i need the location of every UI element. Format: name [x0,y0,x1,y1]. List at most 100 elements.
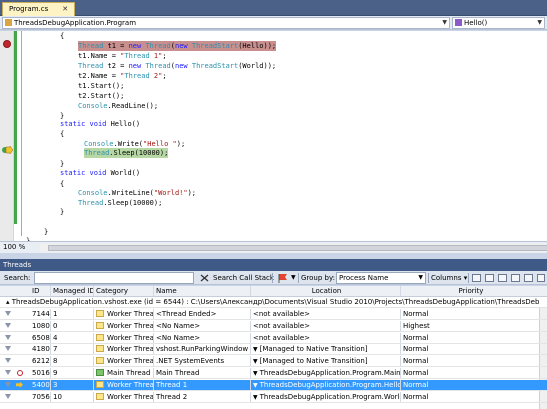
cell-text: 4 [53,333,58,342]
column-header-location[interactable]: Location [250,286,400,296]
cell-category: Worker Thread [93,320,153,331]
cell-priority: Normal [400,379,539,390]
cell-text: ThreadsDebugApplication.Program.Main [259,369,400,377]
cell-text: 6212 [32,357,50,366]
cell-name: .NET SystemEvents [153,356,250,367]
scroll-thumb[interactable] [48,245,547,251]
flag-icon[interactable] [277,273,291,283]
flag-icon[interactable] [5,346,11,352]
cell-text: 1080 [32,321,50,330]
cell-managed: 9 [50,368,93,378]
flag-icon[interactable] [5,322,11,328]
expand-callstack-icon[interactable]: ▼ [253,357,258,366]
show-flagged-icon[interactable] [498,274,507,282]
cell-text: <not available> [253,333,311,342]
columns-button[interactable]: Columns ▾ [431,273,467,283]
table-row[interactable]: 54003 Worker ThreadThread 1 ▼ThreadsDebugA… [0,379,547,391]
table-row[interactable]: 705610 Worker ThreadThread 2 ▼ThreadsDebug… [0,391,547,403]
column-header-name[interactable]: Name [153,286,250,296]
search-call-stack-button[interactable]: Search Call Stack [213,273,274,283]
flag-dropdown-icon[interactable]: ▼ [291,273,296,283]
indicator-margin[interactable] [0,31,14,241]
table-row[interactable]: 62128 Worker Thread.NET SystemEvents ▼[Man… [0,356,547,368]
flag-icon[interactable] [5,311,11,316]
expand-callstack-icon[interactable]: ▼ [253,345,258,354]
cell-text: [Managed to Native Transition] [259,345,368,354]
cell-text: Thread 2 [156,392,188,401]
expand-callstacks-icon[interactable] [472,274,481,282]
cell-category: Worker Thread [93,332,153,343]
more-options-icon[interactable] [537,274,545,282]
cell-text: Highest [403,321,430,330]
expand-callstack-icon[interactable]: ▼ [253,381,258,390]
freeze-threads-icon[interactable] [511,274,520,282]
current-statement-arrow-icon [2,146,13,154]
cell-managed: 10 [50,391,93,402]
collapse-callstacks-icon[interactable] [485,274,494,282]
chevron-down-icon: ▼ [442,19,447,26]
table-row[interactable]: 41807 Worker Threadvshost.RunParkingWindo… [0,344,547,356]
thread-category-icon [96,310,104,317]
expand-callstack-icon[interactable]: ▼ [253,393,258,402]
code-line: Thread t1 = new Thread(new ThreadStart(H… [78,41,277,51]
toolbar-separator [428,273,429,283]
cell-text: 6508 [32,333,50,342]
process-group-row[interactable]: ▴ ThreadsDebugApplication.vshost.exe (id… [0,297,547,308]
cell-priority: Normal [400,332,539,343]
toolbar-separator [298,273,299,283]
flag-icon[interactable] [5,334,11,340]
column-header-priority[interactable]: Priority [400,286,539,296]
cell-location: <not available> [250,332,400,343]
cell-priority: Normal [400,368,539,378]
flag-icon[interactable] [5,381,11,387]
code-line: Thread t2 = new Thread(new ThreadStart(W… [78,62,277,70]
cell-name: <No Name> [153,320,250,331]
code-line: } [60,208,65,216]
close-icon[interactable]: ✕ [62,5,68,13]
table-row[interactable]: 5016 9 Main Thread Main Thread ▼ ThreadsDebug… [0,368,547,379]
horizontal-scrollbar[interactable] [40,244,547,252]
column-header-category[interactable]: Category [93,286,153,296]
threads-grid[interactable]: ID Managed ID Category Name Location Priority… [0,286,547,409]
code-editor[interactable]: {Thread t1 = new Thread(new ThreadStart(… [0,31,547,241]
threads-pane-title: Threads [0,259,547,271]
thread-category-icon [96,392,104,400]
group-by-value: Process Name [339,274,389,282]
cell-text: Worker Thread [107,345,153,354]
code-line: static void Hello() [60,120,141,128]
flag-icon[interactable] [5,358,11,364]
class-combo[interactable]: ThreadsDebugApplication.Program ▼ [2,17,450,29]
cell-text: 8 [53,357,58,366]
member-combo[interactable]: Hello() ▼ [452,17,545,29]
group-by-label: Group by: [301,274,335,282]
cell-managed: 1 [50,309,93,319]
table-row[interactable]: 71441 Worker Thread<Thread Ended> <not ava… [0,309,547,320]
flag-icon[interactable] [5,370,11,375]
cell-text: Normal [403,369,429,377]
grid-header-row: ID Managed ID Category Name Location Priority [0,286,547,297]
zoom-level[interactable]: 100 % [3,242,25,253]
cell-text: <Thread Ended> [156,310,217,318]
cell-text: Thread 1 [156,380,188,389]
tab-program-cs[interactable]: Program.cs ✕ [2,2,76,16]
flag-icon[interactable] [5,393,11,399]
columns-label: Columns [431,274,462,282]
cell-id: 5400 [30,380,50,390]
group-by-select[interactable]: Process Name ▼ [336,272,426,284]
close-search-icon[interactable] [200,274,209,282]
cell-text: Main Thread [107,369,151,377]
thaw-threads-icon[interactable] [524,274,533,282]
cell-category: Main Thread [93,368,153,378]
cell-text: Normal [403,357,429,366]
table-row[interactable]: 65084 Worker Thread<No Name> <not availabl… [0,332,547,344]
code-line: Thread.Sleep(10000); [84,148,169,158]
breakpoint-icon[interactable] [3,40,11,48]
expand-callstack-icon[interactable]: ▼ [253,369,258,378]
cell-name: Thread 1 [153,379,250,390]
cell-id: 4180 [30,344,50,354]
search-input[interactable] [34,272,194,284]
column-header-managed[interactable]: Managed ID [50,286,93,296]
column-header-id[interactable]: ID [30,286,50,296]
table-row[interactable]: 10800 Worker Thread<No Name> <not availabl… [0,320,547,332]
toolbar-separator [468,273,469,283]
